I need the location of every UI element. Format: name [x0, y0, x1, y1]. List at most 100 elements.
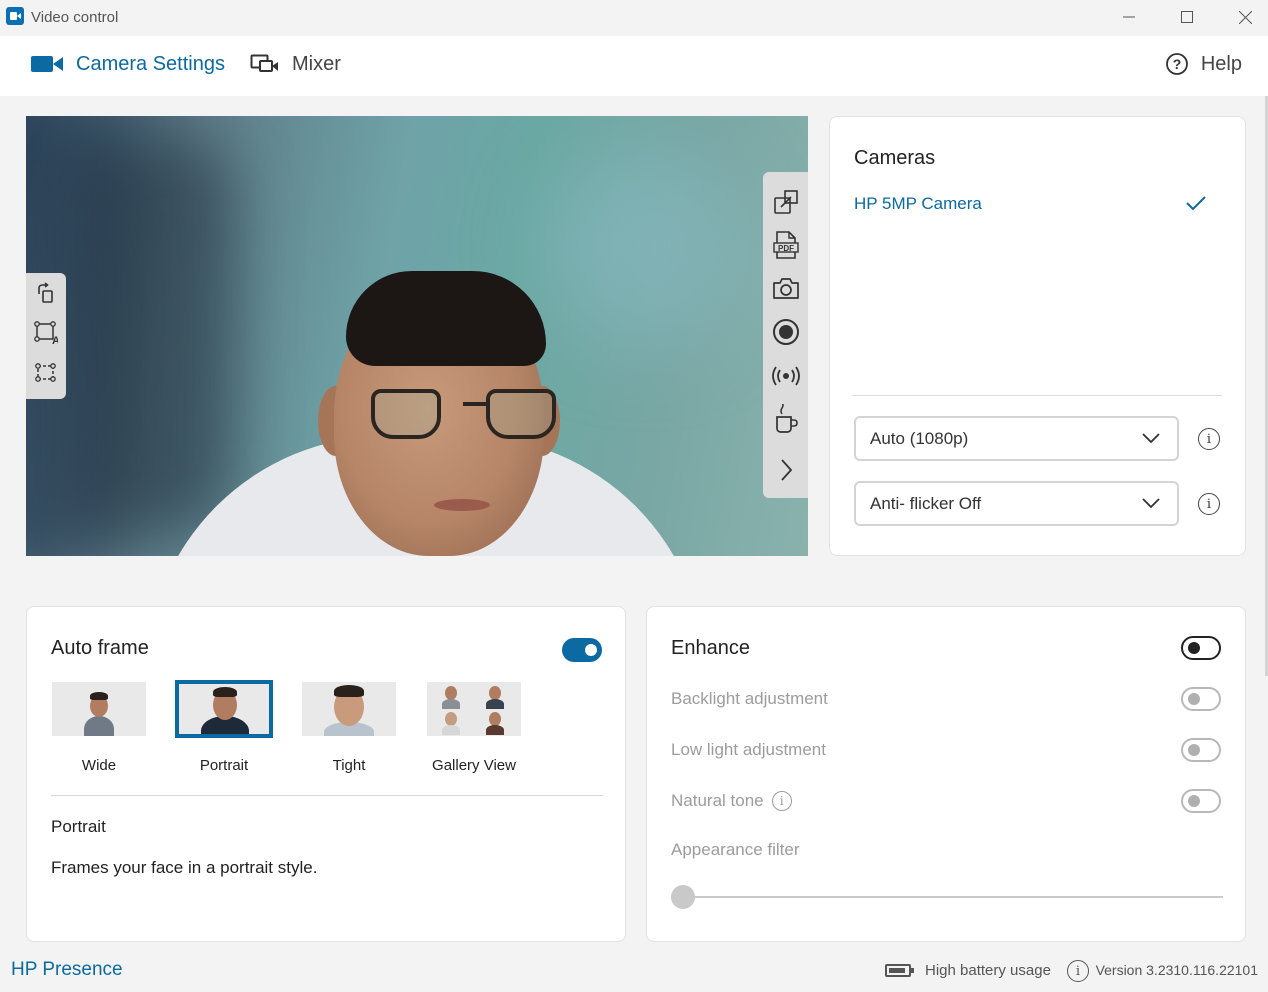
option-portrait-label: Portrait [199, 757, 249, 774]
brand-label: HP Presence [11, 959, 123, 980]
resolution-dropdown[interactable]: Auto (1080p) [854, 416, 1179, 461]
window-title: Video control [31, 9, 119, 26]
divider [51, 795, 603, 796]
video-right-toolbar: PDF [763, 172, 808, 498]
person-hair [346, 271, 546, 366]
svg-text:?: ? [1173, 56, 1182, 72]
auto-frame-description: Frames your face in a portrait style. [51, 858, 318, 877]
auto-frame-option-portrait[interactable] [175, 680, 273, 738]
minimize-icon [1123, 16, 1135, 18]
frame-text-icon: A [34, 321, 58, 345]
backlight-row: Backlight adjustment [671, 689, 828, 709]
battery-info-icon[interactable]: i [1067, 960, 1089, 982]
auto-frame-option-gallery[interactable] [427, 682, 521, 736]
maximize-icon [1181, 11, 1193, 23]
footer: HP Presence High battery usage i Version… [0, 946, 1268, 992]
help-label: Help [1200, 52, 1242, 75]
svg-text:A: A [52, 335, 58, 345]
auto-frame-panel: Auto frame Wide Portrait Tight Gallery V… [26, 606, 626, 942]
low-light-toggle[interactable] [1181, 738, 1221, 762]
appearance-filter-label: Appearance filter [671, 840, 800, 859]
rotate-icon [38, 282, 53, 303]
svg-text:PDF: PDF [778, 244, 794, 253]
tab-mixer-label: Mixer [292, 52, 341, 75]
option-wide-label: Wide [81, 757, 117, 774]
low-light-label: Low light adjustment [671, 740, 826, 759]
camera-list-item[interactable]: HP 5MP Camera [854, 194, 982, 214]
version-label: Version 3.2310.116.22101 [1095, 962, 1258, 978]
option-gallery-label: Gallery View [432, 757, 516, 774]
cameras-title: Cameras [854, 147, 936, 169]
maximize-button[interactable] [1164, 2, 1210, 32]
auto-frame-button[interactable]: A [34, 321, 58, 345]
battery-status: High battery usage [925, 962, 1051, 979]
battery-icon [885, 964, 914, 977]
glasses-bridge [463, 402, 489, 406]
broadcast-icon [772, 366, 800, 386]
enhance-title: Enhance [671, 637, 750, 659]
glasses-lens [486, 389, 556, 439]
natural-tone-toggle[interactable] [1181, 789, 1221, 813]
enhance-panel: Enhance Backlight adjustment Low light a… [646, 606, 1246, 942]
chevron-right-icon [781, 459, 793, 481]
chevron-down-icon [1141, 495, 1161, 515]
camera-snapshot-icon [773, 278, 799, 299]
appearance-filter-track[interactable] [683, 896, 1223, 898]
popout-icon [774, 190, 798, 214]
antiflicker-info-icon[interactable]: i [1198, 493, 1220, 515]
backlight-toggle[interactable] [1181, 687, 1221, 711]
backlight-label: Backlight adjustment [671, 689, 828, 708]
low-light-row: Low light adjustment [671, 740, 826, 760]
auto-frame-option-tight[interactable] [302, 682, 396, 736]
enhance-toggle[interactable] [1181, 636, 1221, 660]
appearance-filter-row: Appearance filter [671, 840, 800, 860]
natural-tone-info-icon[interactable]: i [771, 791, 792, 811]
background-blur [546, 146, 746, 346]
tab-camera-settings[interactable]: Camera Settings [30, 36, 225, 92]
title-bar: Video control [0, 0, 1268, 36]
broadcast-button[interactable] [770, 362, 802, 390]
antiflicker-value: Anti- flicker Off [870, 493, 982, 513]
antiflicker-dropdown[interactable]: Anti- flicker Off [854, 481, 1179, 526]
video-left-toolbar: A [26, 273, 66, 399]
background-blur [86, 136, 236, 536]
frame-points-button[interactable] [34, 361, 58, 385]
natural-tone-row: Natural tone i [671, 791, 792, 811]
pdf-button[interactable]: PDF [772, 231, 800, 259]
cameras-panel: Cameras HP 5MP Camera Auto (1080p) i Ant… [829, 116, 1246, 556]
person-mouth [434, 499, 490, 511]
tab-mixer[interactable]: Mixer [250, 36, 341, 92]
video-preview [26, 116, 808, 556]
pdf-icon: PDF [773, 231, 799, 259]
auto-frame-title: Auto frame [51, 637, 149, 659]
frame-points-icon [35, 363, 56, 382]
appearance-filter-slider[interactable] [671, 885, 695, 909]
help-icon: ? [1165, 52, 1189, 76]
collapse-toolbar-button[interactable] [772, 456, 800, 484]
divider [852, 395, 1222, 396]
minimize-button[interactable] [1106, 2, 1152, 32]
auto-frame-option-wide[interactable] [52, 682, 146, 736]
header-nav: Camera Settings Mixer ? Help [0, 36, 1268, 96]
auto-frame-toggle[interactable] [562, 638, 602, 662]
auto-frame-mode-title: Portrait [51, 817, 106, 836]
resolution-info-icon[interactable]: i [1198, 428, 1220, 450]
glasses-lens [371, 389, 441, 439]
record-button[interactable] [772, 318, 800, 346]
snapshot-button[interactable] [772, 274, 800, 302]
resolution-value: Auto (1080p) [870, 428, 969, 448]
close-icon [1238, 10, 1252, 24]
mixer-icon [250, 53, 280, 75]
break-button[interactable] [772, 404, 800, 434]
popout-button[interactable] [772, 188, 800, 216]
option-tight-label: Tight [332, 757, 366, 774]
help-button[interactable]: ? Help [1165, 36, 1242, 92]
app-icon [6, 7, 24, 25]
rotate-button[interactable] [34, 281, 58, 305]
close-button[interactable] [1222, 2, 1268, 32]
tab-camera-settings-label: Camera Settings [76, 52, 225, 75]
chevron-down-icon [1141, 430, 1161, 450]
check-icon [1185, 195, 1207, 216]
coffee-break-icon [776, 404, 798, 433]
record-icon [773, 319, 799, 345]
